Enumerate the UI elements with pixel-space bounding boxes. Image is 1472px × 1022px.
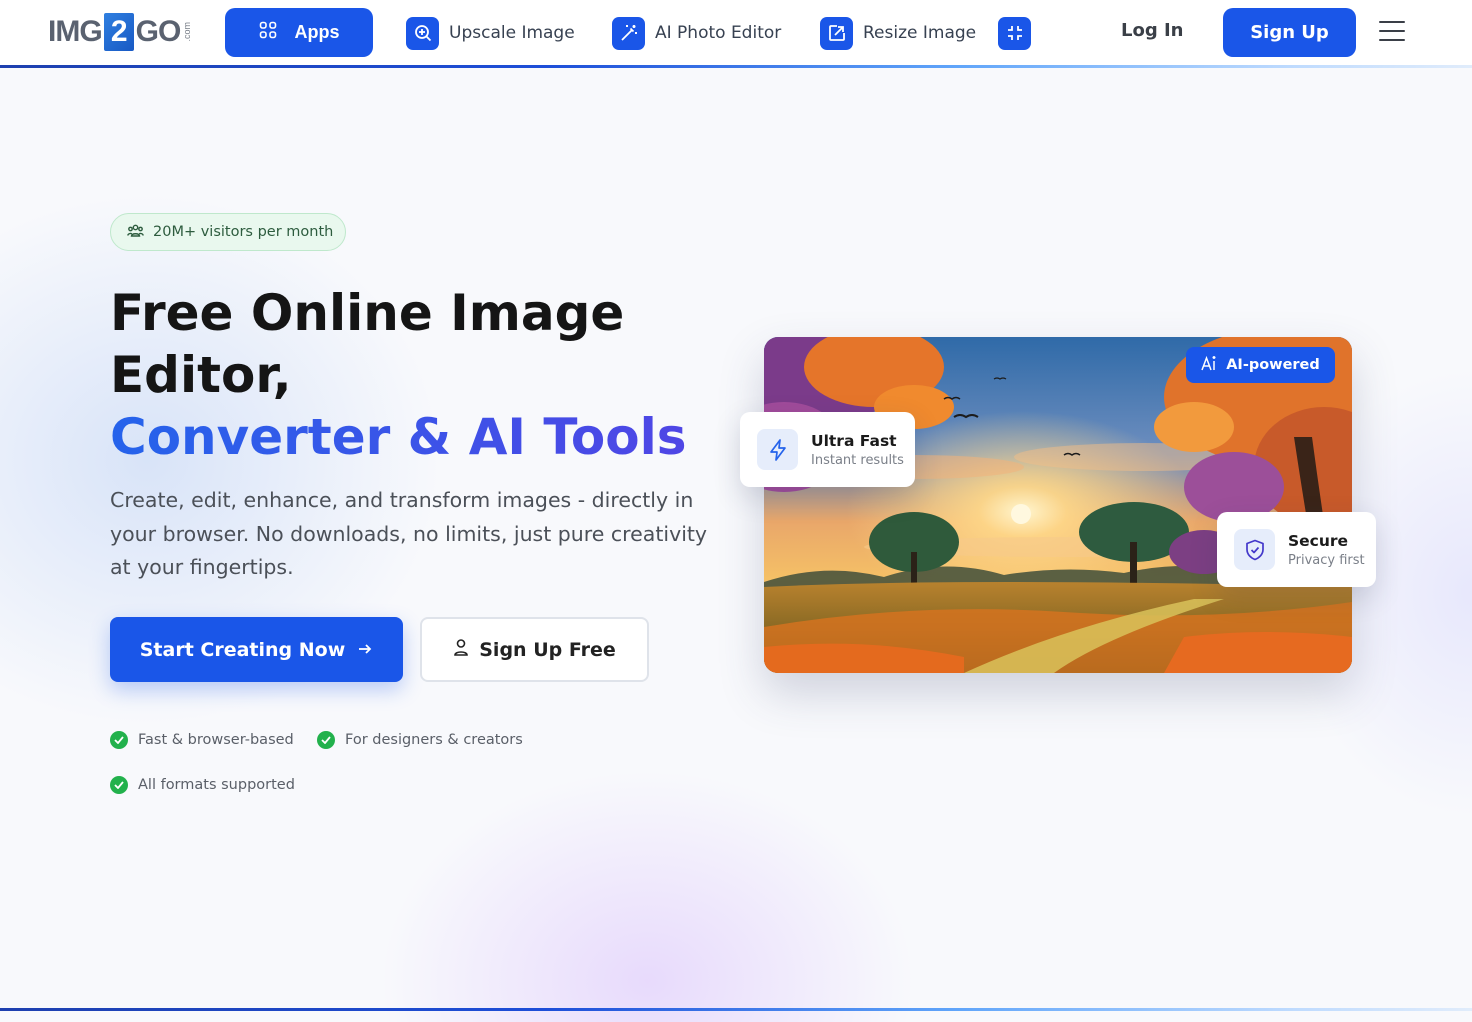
- arrow-right-icon: [357, 639, 373, 661]
- user-icon: [453, 638, 469, 661]
- nav-compress-image[interactable]: [998, 16, 1031, 50]
- cta-secondary-label: Sign Up Free: [479, 638, 616, 661]
- nav-label: Upscale Image: [449, 23, 575, 43]
- feature-text: Fast & browser-based: [138, 732, 294, 748]
- ai-badge-text: AI-powered: [1226, 357, 1320, 373]
- logo-text-img: IMG: [48, 15, 103, 48]
- signup-free-button[interactable]: Sign Up Free: [420, 617, 649, 682]
- ai-sparkle-icon: [1201, 355, 1219, 375]
- apps-label: Apps: [294, 22, 340, 42]
- card-title: Secure: [1288, 531, 1349, 550]
- top-navbar: IMG 2 GO .com Apps Upscale Image AI Phot…: [0, 0, 1472, 66]
- logo-text-com: .com: [182, 22, 193, 42]
- nav-label: AI Photo Editor: [655, 23, 782, 43]
- hero-description: Create, edit, enhance, and transform ima…: [110, 488, 708, 579]
- check-circle-icon: [317, 731, 335, 749]
- card-subtitle: Instant results: [811, 452, 904, 468]
- hero-title: Free Online Image Editor, Converter & AI…: [110, 282, 730, 468]
- apps-grid-icon: [259, 21, 277, 44]
- ultra-fast-card: Ultra Fast Instant results: [740, 412, 915, 487]
- resize-icon: [820, 16, 853, 50]
- img2go-logo[interactable]: IMG 2 GO .com: [48, 13, 192, 51]
- nav-upscale-image[interactable]: Upscale Image: [406, 16, 575, 50]
- visitors-badge: 20M+ visitors per month: [110, 213, 346, 251]
- compress-icon: [998, 16, 1031, 50]
- shield-check-icon: [1234, 529, 1275, 570]
- check-circle-icon: [110, 731, 128, 749]
- users-group-icon: [127, 223, 144, 242]
- secure-card: Secure Privacy first: [1217, 512, 1376, 587]
- bottom-divider: [0, 1008, 1472, 1011]
- logo-text-go: GO: [135, 15, 182, 48]
- check-circle-icon: [110, 776, 128, 794]
- badge-text: 20M+ visitors per month: [153, 224, 334, 240]
- card-title: Ultra Fast: [811, 431, 897, 450]
- lightning-icon: [757, 429, 798, 470]
- feature-text: All formats supported: [138, 777, 295, 793]
- card-subtitle: Privacy first: [1288, 552, 1365, 568]
- nav-label: Resize Image: [863, 23, 977, 43]
- nav-ai-photo-editor[interactable]: AI Photo Editor: [612, 16, 781, 50]
- start-creating-button[interactable]: Start Creating Now: [110, 617, 403, 682]
- logo-text-2: 2: [103, 13, 134, 51]
- login-link[interactable]: Log In: [1121, 20, 1184, 41]
- feature-item: All formats supported: [110, 776, 295, 794]
- cta-primary-label: Start Creating Now: [139, 638, 346, 661]
- feature-item: For designers & creators: [317, 731, 523, 749]
- hero-title-line2: Editor,: [110, 346, 292, 404]
- apps-button[interactable]: Apps: [225, 8, 373, 57]
- signup-button[interactable]: Sign Up: [1223, 8, 1356, 57]
- nav-resize-image[interactable]: Resize Image: [820, 16, 976, 50]
- header-divider: [0, 65, 1472, 68]
- hamburger-menu-icon[interactable]: [1379, 21, 1405, 43]
- hero-title-accent: Converter & AI Tools: [110, 408, 687, 466]
- feature-text: For designers & creators: [345, 732, 523, 748]
- ai-powered-badge: AI-powered: [1186, 347, 1335, 383]
- magic-wand-icon: [612, 16, 645, 50]
- feature-item: Fast & browser-based: [110, 731, 294, 749]
- hero-landscape-image: [764, 337, 1352, 673]
- hero-title-line1: Free Online Image: [110, 284, 625, 342]
- search-plus-icon: [406, 16, 439, 50]
